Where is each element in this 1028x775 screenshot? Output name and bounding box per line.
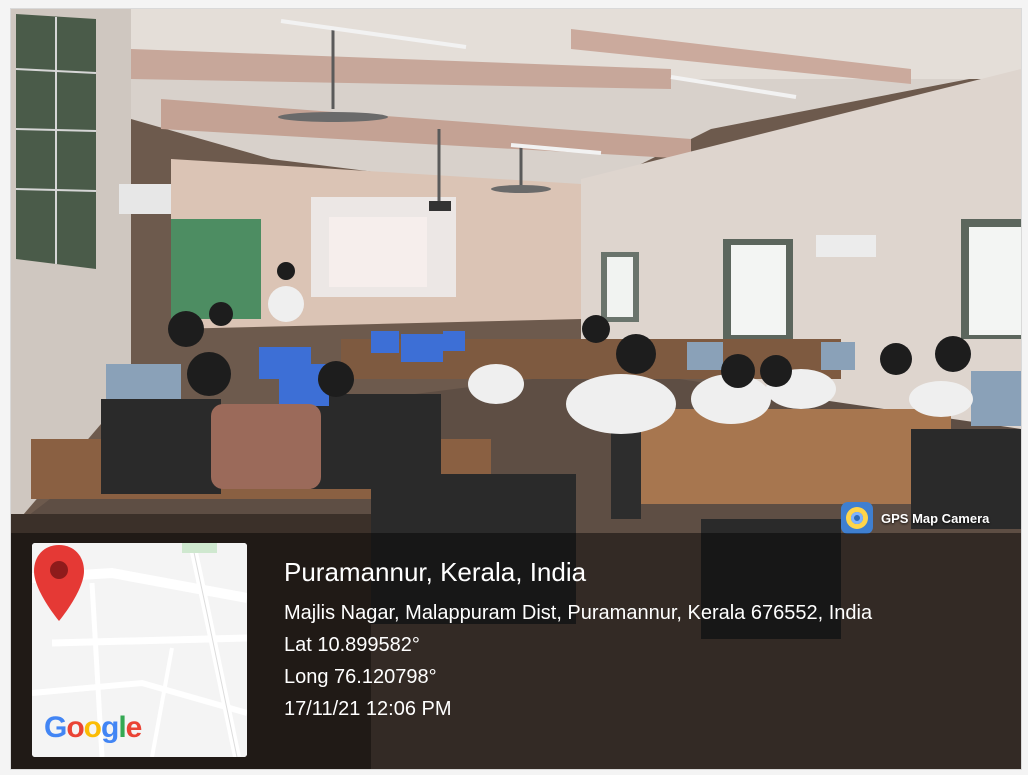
latitude-value: Lat 10.899582° — [284, 634, 420, 656]
longitude-value: Long 76.120798° — [284, 666, 437, 688]
location-details: Puramannur, Kerala, India Majlis Nagar, … — [284, 557, 872, 730]
google-logo: Google — [44, 711, 142, 744]
location-address: Majlis Nagar, Malappuram Dist, Puramannu… — [284, 602, 873, 624]
gps-camera-badge: GPS Map Camera — [841, 501, 989, 535]
map-pin-icon — [34, 545, 84, 621]
badge-label: GPS Map Camera — [881, 510, 990, 526]
map-thumbnail[interactable]: Google — [32, 543, 247, 757]
location-title: Puramannur, Kerala, India — [284, 557, 587, 587]
geotagged-photo: GPS Map Camera Google Puramannur, Kerala… — [10, 8, 1022, 770]
location-overlay: Google Puramannur, Kerala, India Majlis … — [11, 533, 1021, 769]
camera-pin-icon — [841, 502, 873, 534]
timestamp: 17/11/21 12:06 PM — [284, 698, 452, 720]
